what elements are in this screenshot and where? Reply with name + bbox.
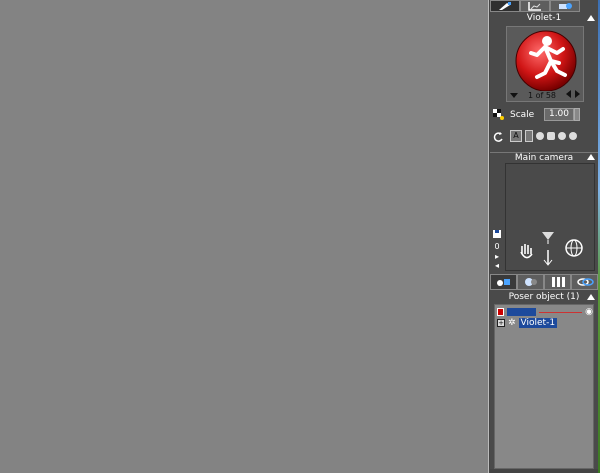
- tab-graph[interactable]: [520, 0, 550, 12]
- brush-icon: [499, 2, 511, 10]
- next-arrow-icon[interactable]: [574, 90, 580, 98]
- scale-label: Scale: [510, 110, 535, 120]
- scene-tree[interactable]: ◉ + ✲ Violet-1: [494, 304, 594, 469]
- root-line: [539, 311, 583, 313]
- top-tab-bar: [490, 0, 598, 12]
- collapse-camera-arrow[interactable]: [587, 154, 595, 160]
- materials-icon: [524, 278, 537, 286]
- figure-name: Violet-1: [490, 13, 598, 24]
- lower-tab-bar: [490, 274, 598, 290]
- tab-links[interactable]: [571, 274, 598, 290]
- sphere-icon[interactable]: [536, 132, 544, 140]
- small-tool-row: A: [510, 130, 577, 142]
- save-icon[interactable]: [492, 229, 502, 239]
- root-icon: [497, 308, 505, 316]
- camera-title: Main camera: [490, 152, 598, 163]
- tab-scene[interactable]: [490, 274, 517, 290]
- light-icon[interactable]: [569, 132, 577, 140]
- tab-bones[interactable]: [544, 274, 571, 290]
- page-counter: 1 of 58: [527, 90, 557, 100]
- fly-icon: [542, 232, 554, 244]
- zoom-icon: [543, 250, 553, 266]
- library-preview[interactable]: 1 of 58: [506, 26, 584, 102]
- layer-box[interactable]: A: [510, 130, 522, 142]
- links-icon: [576, 278, 594, 286]
- tab-brush[interactable]: [490, 0, 520, 12]
- scene-icon: [496, 279, 510, 286]
- figure-icon: ✲: [508, 318, 516, 328]
- cube-icon[interactable]: [547, 132, 555, 140]
- expand-icon[interactable]: +: [497, 319, 505, 327]
- camera-side-value: 0: [494, 242, 500, 251]
- collapse-scene-arrow[interactable]: [587, 294, 595, 300]
- camera-controls[interactable]: [505, 163, 595, 271]
- collapse-figure-arrow[interactable]: [587, 15, 595, 21]
- checker-icon[interactable]: [492, 108, 504, 120]
- hand-icon: [520, 244, 533, 259]
- running-figure-icon: [515, 30, 577, 92]
- eye-icon[interactable]: ◉: [585, 307, 593, 317]
- hand-icon[interactable]: [558, 132, 566, 140]
- tree-item-label[interactable]: Violet-1: [518, 318, 558, 328]
- layer-dropdown-icon[interactable]: [525, 130, 533, 142]
- refresh-icon[interactable]: [492, 131, 504, 143]
- camera-tools-icon: [559, 3, 572, 9]
- tree-root-row[interactable]: ◉: [497, 307, 593, 317]
- prev-arrow-icon[interactable]: [565, 90, 571, 98]
- camera-control-icons: [520, 232, 583, 266]
- right-panel: Violet-1 1 of 58 Scale 1.00 A Main camer…: [490, 0, 598, 473]
- tab-materials[interactable]: [517, 274, 544, 290]
- bottom-toolbar: [490, 469, 598, 473]
- scale-input[interactable]: 1.00: [544, 108, 574, 121]
- 3d-viewport[interactable]: [0, 0, 488, 473]
- page-arrows: [565, 90, 580, 100]
- trackball-icon: [565, 239, 583, 257]
- scale-spinner[interactable]: [574, 108, 580, 121]
- preview-nav: 1 of 58: [507, 89, 583, 101]
- back-arrow-icon[interactable]: ◂: [492, 261, 502, 271]
- tree-item-row[interactable]: + ✲ Violet-1: [497, 318, 558, 328]
- dropdown-arrow-icon[interactable]: [510, 92, 518, 98]
- scene-header: Poser object (1): [490, 292, 598, 303]
- root-selection: [507, 308, 537, 316]
- tab-camera-tools[interactable]: [550, 0, 580, 12]
- bones-icon: [551, 277, 565, 287]
- graph-icon: [528, 2, 541, 11]
